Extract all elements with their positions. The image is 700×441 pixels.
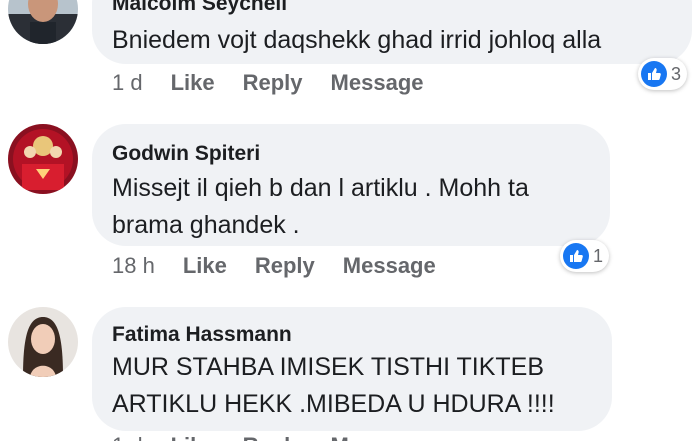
reaction-badge[interactable]: 1	[560, 240, 610, 272]
comment-author[interactable]: Malcolm Seychell	[112, 0, 287, 16]
avatar-photo	[8, 307, 78, 377]
like-thumbs-up-icon	[641, 61, 667, 87]
comment-text: Missejt il qieh b dan l artiklu . Mohh t…	[112, 174, 529, 239]
comment-1: Malcolm Seychell Bniedem vojt daqshekk g…	[0, 0, 700, 110]
reply-button[interactable]: Reply	[255, 253, 315, 279]
like-thumbs-up-icon	[563, 243, 589, 269]
reaction-count: 1	[593, 245, 604, 266]
comment-actions: 18 h Like Reply Message	[112, 253, 464, 279]
like-button[interactable]: Like	[171, 70, 215, 96]
comment-time[interactable]: 18 h	[112, 253, 155, 279]
message-button[interactable]: Message	[343, 253, 436, 279]
avatar[interactable]	[8, 307, 78, 377]
reply-button[interactable]: Reply	[243, 70, 303, 96]
comment-text: Bniedem vojt daqshekk ghad irrid johloq …	[112, 26, 602, 54]
message-button[interactable]: Message	[331, 433, 424, 441]
comment-time[interactable]: 1 d	[112, 70, 143, 96]
like-button[interactable]: Like	[171, 433, 215, 441]
avatar-photo	[8, 0, 78, 44]
reply-button[interactable]: Reply	[243, 433, 303, 441]
reaction-count: 3	[671, 63, 682, 84]
avatar[interactable]	[8, 0, 78, 44]
comment-author[interactable]: Fatima Hassmann	[112, 323, 292, 347]
like-button[interactable]: Like	[183, 253, 227, 279]
comment-actions: 1 d Like Reply Message	[112, 433, 452, 441]
avatar-photo	[8, 124, 78, 194]
comment-3: Fatima Hassmann MUR STAHBA IMISEK TISTHI…	[0, 303, 700, 441]
comment-time[interactable]: 1 d	[112, 433, 143, 441]
comment-2: Godwin Spiteri Missejt il qieh b dan l a…	[0, 120, 700, 290]
comment-author[interactable]: Godwin Spiteri	[112, 142, 260, 166]
comment-actions: 1 d Like Reply Message	[112, 70, 452, 96]
avatar[interactable]	[8, 124, 78, 194]
comment-text: MUR STAHBA IMISEK TISTHI TIKTEB ARTIKLU …	[112, 353, 555, 418]
reaction-badge[interactable]: 3	[638, 58, 688, 90]
message-button[interactable]: Message	[331, 70, 424, 96]
comments-thread: Malcolm Seychell Bniedem vojt daqshekk g…	[0, 0, 700, 441]
